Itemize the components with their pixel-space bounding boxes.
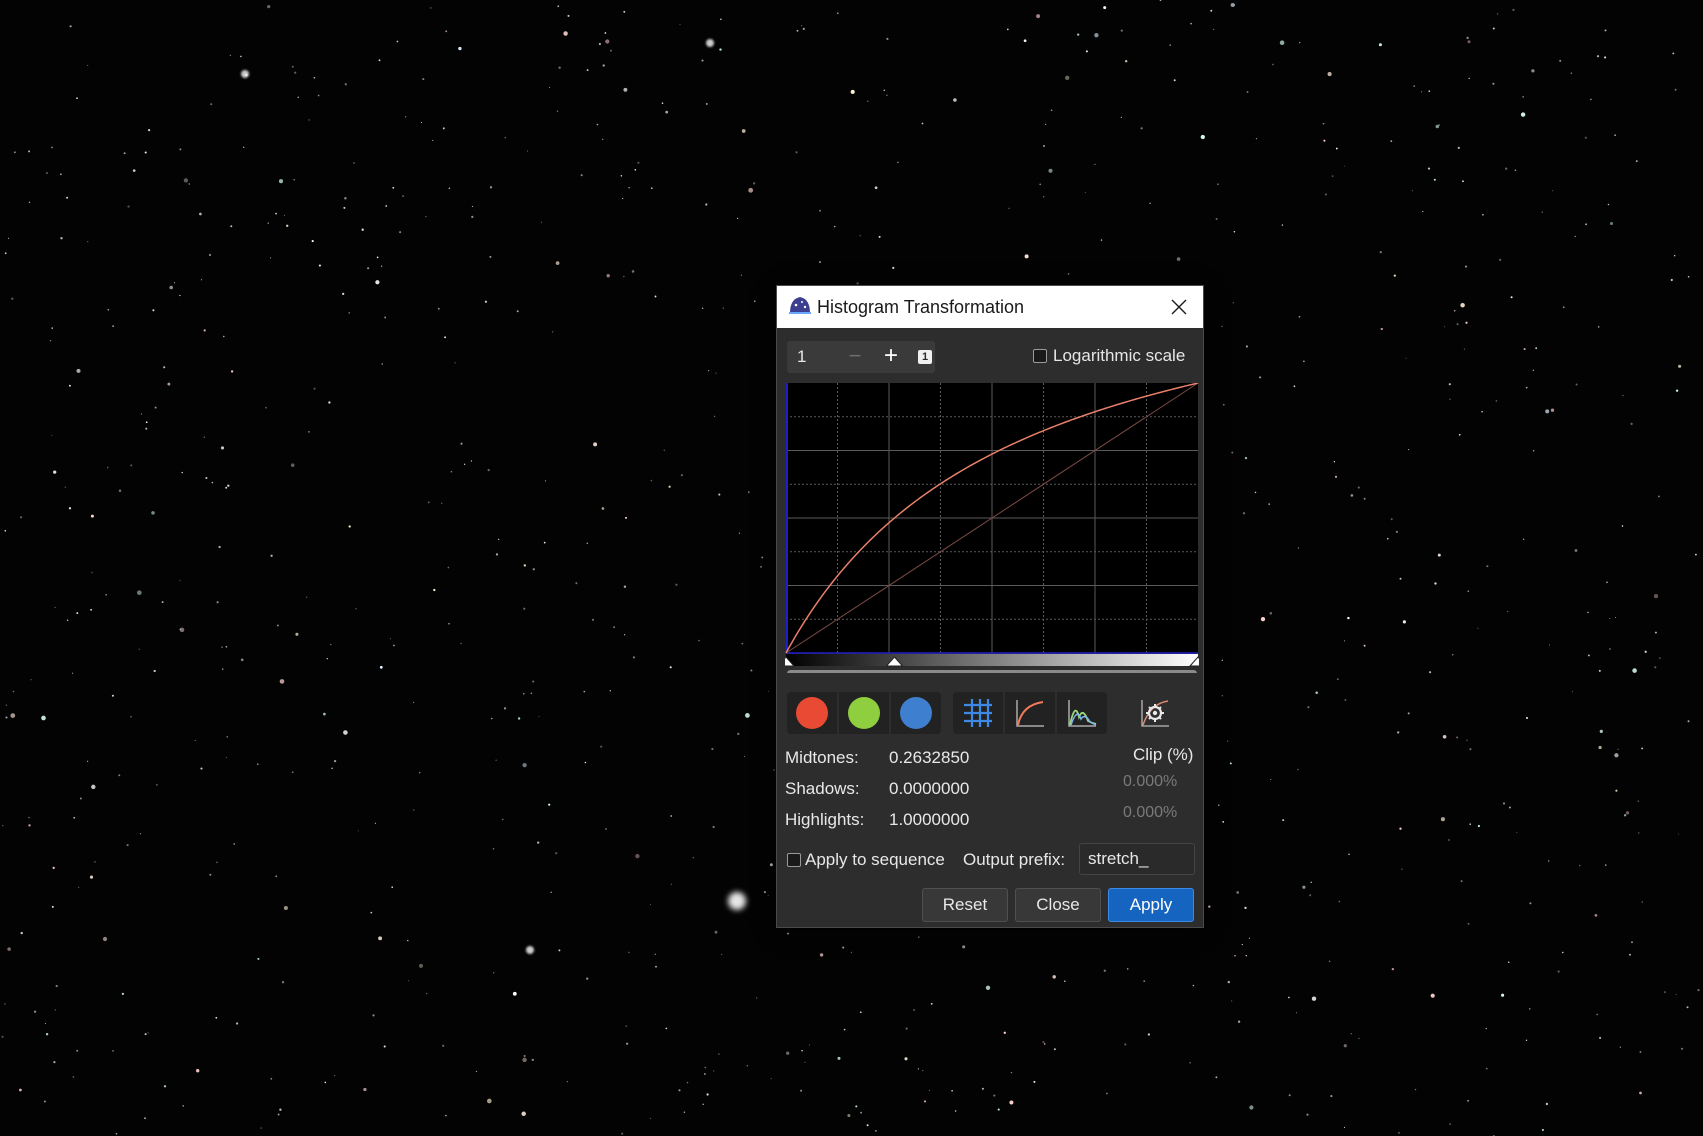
parameters-panel: Midtones: 0.2632850 Shadows: 0.0000000 H… <box>785 745 1195 848</box>
horizontal-scrollbar <box>787 670 1197 677</box>
shadows-label: Shadows: <box>785 779 860 798</box>
close-icon <box>1171 299 1187 315</box>
shadows-value[interactable]: 0.0000000 <box>889 779 969 799</box>
zoom-row: 1 − + 1 Logarithmic scale <box>787 341 1195 375</box>
zoom-plus-button[interactable]: + <box>873 341 909 373</box>
view-toggle-group <box>953 692 1107 734</box>
title-bar[interactable]: Histogram Transformation <box>777 286 1203 328</box>
channel-toggle-group <box>787 692 941 734</box>
siril-app-icon <box>789 297 811 314</box>
dialog-title: Histogram Transformation <box>817 297 1025 317</box>
apply-to-sequence-checkbox[interactable] <box>787 853 801 867</box>
display-toolbar <box>787 692 1197 736</box>
histogram-toggle-icon <box>1068 700 1097 727</box>
close-button[interactable] <box>1155 286 1203 328</box>
auto-stretch-icon <box>1141 700 1169 727</box>
blue-channel-toggle[interactable] <box>889 692 941 734</box>
midtones-value[interactable]: 0.2632850 <box>889 748 969 768</box>
blue-channel-dot <box>900 697 932 729</box>
red-channel-toggle[interactable] <box>787 692 837 734</box>
action-buttons: Reset Close Apply <box>922 888 1195 922</box>
reset-button[interactable]: Reset <box>922 888 1008 922</box>
auto-stretch-button[interactable] <box>1133 692 1177 734</box>
curve-toggle-button[interactable] <box>1003 692 1055 734</box>
intensity-gradient-bar <box>786 654 1198 666</box>
histogram-graph[interactable] <box>776 382 1208 677</box>
zoom-badge: 1 <box>918 350 932 364</box>
apply-to-sequence-label[interactable]: Apply to sequence <box>805 850 945 870</box>
output-prefix-label: Output prefix: <box>963 850 1066 869</box>
histogram-toggle-button[interactable] <box>1055 692 1107 734</box>
red-channel-dot <box>796 697 828 729</box>
grid-toggle-button[interactable] <box>953 692 1003 734</box>
curve-toggle-icon <box>1016 700 1044 727</box>
green-channel-toggle[interactable] <box>837 692 889 734</box>
zoom-minus-button[interactable]: − <box>837 341 873 373</box>
clip-header: Clip (%) <box>1133 745 1194 764</box>
logarithmic-scale-label[interactable]: Logarithmic scale <box>1053 346 1185 366</box>
close-dialog-button[interactable]: Close <box>1015 888 1101 922</box>
highlights-label: Highlights: <box>785 810 865 829</box>
highlights-clip-value: 0.000% <box>1123 804 1178 821</box>
zoom-spinner[interactable]: 1 − + <box>787 341 935 373</box>
transfer-curve-plot[interactable] <box>776 382 1208 677</box>
grid-toggle-icon <box>964 699 992 727</box>
logarithmic-scale-checkbox[interactable] <box>1033 349 1047 363</box>
shadows-clip-value: 0.000% <box>1123 773 1178 790</box>
sequence-row: Apply to sequence Output prefix: <box>787 843 1197 879</box>
green-channel-dot <box>848 697 880 729</box>
highlights-value[interactable]: 1.0000000 <box>889 810 969 830</box>
output-prefix-input[interactable] <box>1079 843 1195 875</box>
midtones-label: Midtones: <box>785 748 859 767</box>
zoom-value[interactable]: 1 <box>797 347 806 367</box>
histogram-dialog: Histogram Transformation 1 − + 1 Logarit… <box>776 285 1208 928</box>
apply-button[interactable]: Apply <box>1108 888 1194 922</box>
